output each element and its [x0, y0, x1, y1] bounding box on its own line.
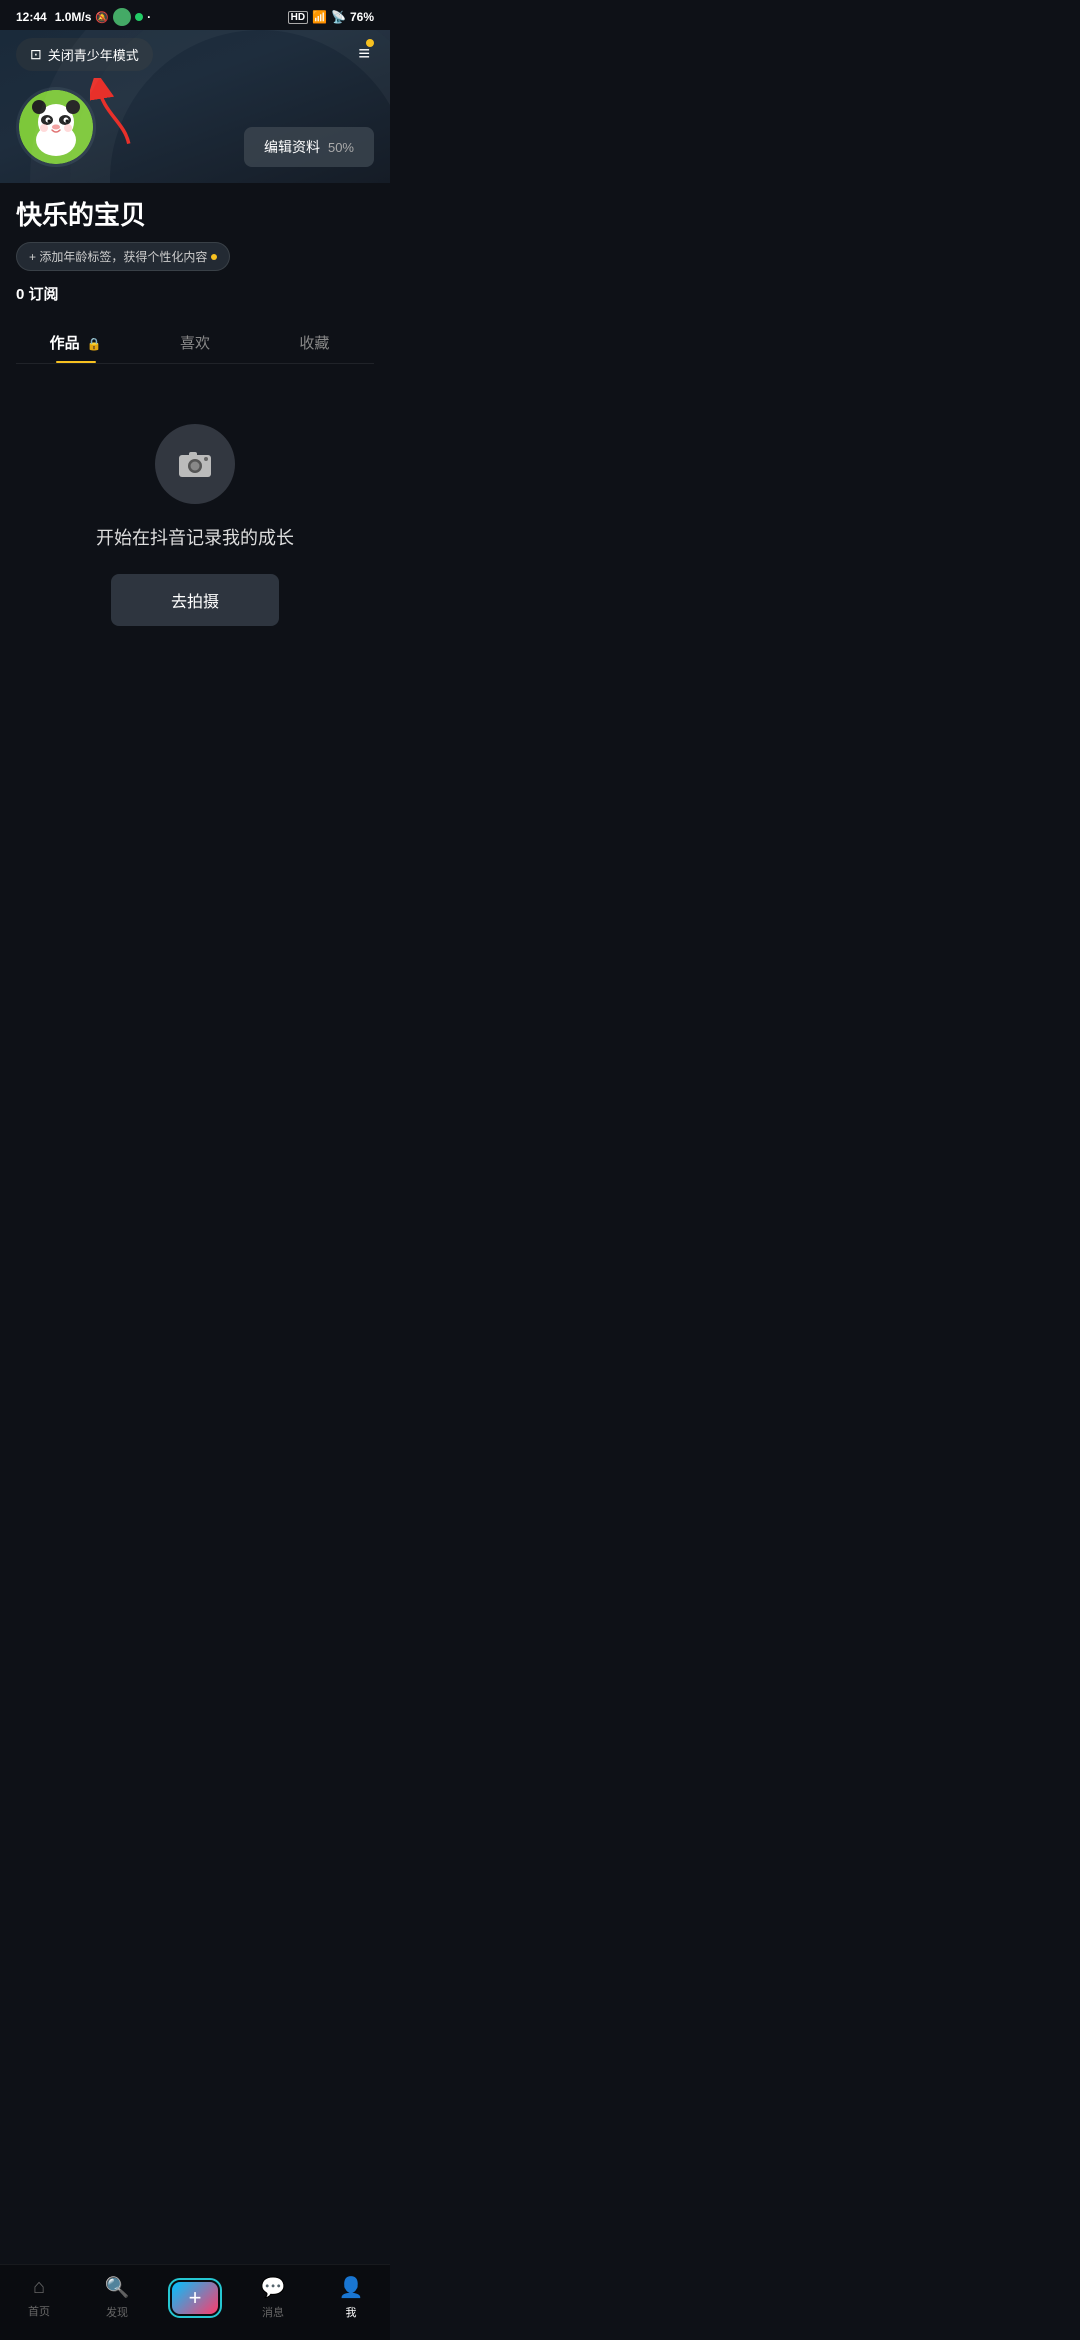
notification-icon: 🔕 — [95, 11, 109, 24]
content-area: 开始在抖音记录我的成长 去拍摄 — [0, 364, 390, 666]
shoot-label: 去拍摄 — [171, 594, 219, 611]
youth-mode-icon: ⊡ — [30, 46, 42, 63]
nav-discover-label: 发现 — [106, 2304, 128, 2320]
menu-badge — [366, 39, 374, 47]
age-tag-label: + 添加年龄标签，获得个性化内容 — [29, 248, 207, 265]
edit-profile-label: 编辑资料 — [264, 137, 320, 157]
dot-separator: · — [147, 10, 151, 24]
header-section: ⊡ 关闭青少年模式 ≡ — [0, 30, 390, 183]
nav-discover[interactable]: 🔍 发现 — [78, 2275, 156, 2320]
signal-icon: 📶 — [312, 10, 327, 24]
tab-works-label: 作品 — [50, 335, 80, 352]
nav-add-wrap: + — [156, 2280, 234, 2316]
tabs-row: 作品 🔒 喜欢 收藏 — [16, 320, 374, 364]
status-left: 12:44 1.0M/s 🔕 · — [16, 8, 151, 26]
nav-home-label: 首页 — [28, 2303, 50, 2319]
tab-favorites[interactable]: 收藏 — [255, 320, 374, 363]
orange-dot — [211, 254, 217, 260]
nav-messages[interactable]: 💬 消息 — [234, 2275, 312, 2320]
messages-icon: 💬 — [261, 2275, 286, 2300]
tab-likes[interactable]: 喜欢 — [135, 320, 254, 363]
discover-icon: 🔍 — [105, 2275, 130, 2300]
time: 12:44 — [16, 10, 47, 24]
me-icon: 👤 — [339, 2275, 364, 2300]
empty-title: 开始在抖音记录我的成长 — [96, 524, 294, 550]
network-speed: 1.0M/s — [55, 10, 92, 24]
subscribe-number: 0 — [16, 286, 24, 303]
age-tag-button[interactable]: + 添加年龄标签，获得个性化内容 — [16, 242, 230, 271]
edit-progress: 50% — [328, 140, 354, 155]
status-bar: 12:44 1.0M/s 🔕 · HD 📶 📡 76% — [0, 0, 390, 30]
plus-icon: + — [189, 2287, 202, 2309]
home-icon: ⌂ — [33, 2276, 45, 2299]
nav-me[interactable]: 👤 我 — [312, 2275, 390, 2320]
top-nav: ⊡ 关闭青少年模式 ≡ — [16, 38, 374, 71]
lock-icon: 🔒 — [87, 337, 102, 351]
shoot-button[interactable]: 去拍摄 — [111, 574, 279, 626]
nav-me-label: 我 — [346, 2304, 357, 2320]
avatar-image — [19, 90, 93, 164]
nav-home[interactable]: ⌂ 首页 — [0, 2276, 78, 2319]
add-button[interactable]: + — [170, 2280, 220, 2316]
subscribe-count: 0 订阅 — [16, 283, 374, 304]
status-right: HD 📶 📡 76% — [288, 10, 374, 24]
tab-works[interactable]: 作品 🔒 — [16, 320, 135, 363]
tab-favorites-label: 收藏 — [299, 335, 329, 352]
youth-mode-label: 关闭青少年模式 — [48, 45, 139, 64]
hd-label: HD — [288, 11, 308, 24]
wifi-icon: 📡 — [331, 10, 346, 24]
youth-mode-button[interactable]: ⊡ 关闭青少年模式 — [16, 38, 153, 71]
avatar-small-icon — [113, 8, 131, 26]
avatar — [16, 87, 96, 167]
camera-circle — [155, 424, 235, 504]
edit-profile-button[interactable]: 编辑资料 50% — [244, 127, 374, 167]
username: 快乐的宝贝 — [16, 195, 374, 232]
nav-messages-label: 消息 — [262, 2304, 284, 2320]
green-dot-status — [135, 13, 143, 21]
battery-level: 76% — [350, 10, 374, 24]
profile-row: 编辑资料 50% — [16, 87, 374, 183]
tab-likes-label: 喜欢 — [180, 335, 210, 352]
menu-button[interactable]: ≡ — [354, 39, 374, 70]
profile-info: 快乐的宝贝 + 添加年龄标签，获得个性化内容 0 订阅 作品 🔒 喜欢 收藏 — [0, 183, 390, 364]
subscribe-label: 订阅 — [29, 286, 59, 303]
camera-icon — [176, 445, 214, 483]
bottom-nav: ⌂ 首页 🔍 发现 + 💬 消息 👤 我 — [0, 2264, 390, 2340]
